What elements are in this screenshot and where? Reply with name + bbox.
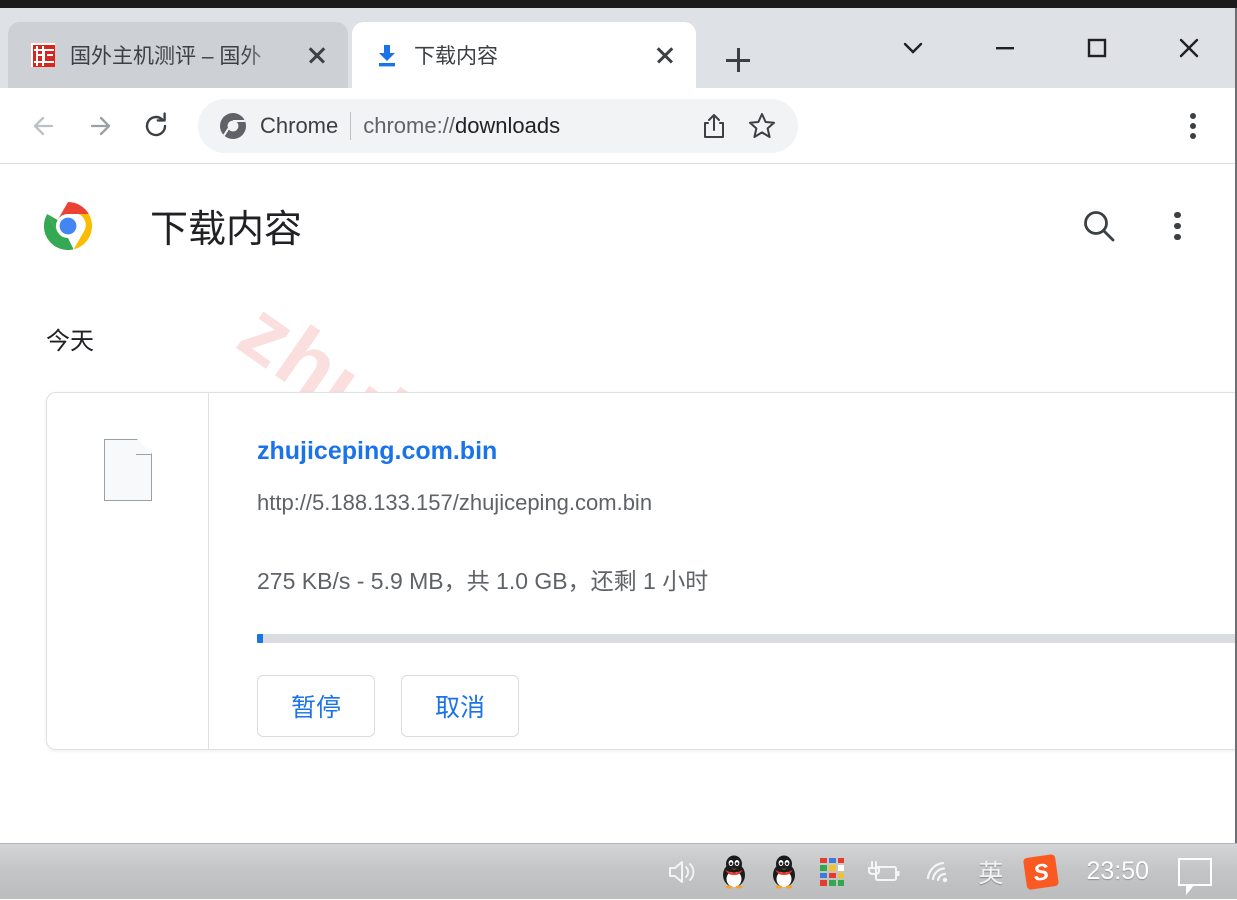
battery-plug-icon[interactable]: [855, 844, 913, 900]
window-controls: [867, 8, 1235, 88]
cancel-button[interactable]: 取消: [401, 675, 519, 737]
volume-icon[interactable]: [655, 844, 709, 900]
pause-button[interactable]: 暂停: [257, 675, 375, 737]
browser-window: 国外主机测评 – 国外 下载内容 Chrome chrome://downloa…: [0, 8, 1237, 843]
tab-下载内容[interactable]: 下载内容: [352, 22, 696, 88]
address-bar[interactable]: Chrome chrome://downloads: [198, 98, 798, 153]
close-button[interactable]: [1143, 8, 1235, 88]
downloads-more-menu-button[interactable]: [1153, 202, 1201, 250]
wifi-icon[interactable]: [913, 844, 967, 900]
omnibox-url-prefix: chrome://: [363, 112, 455, 138]
ime-label: 英: [978, 859, 1004, 888]
color-grid-cells: [820, 857, 845, 886]
forward-button[interactable]: [72, 98, 128, 154]
download-details: zhujiceping.com.bin http://5.188.133.157…: [209, 393, 1235, 749]
minimize-button[interactable]: [959, 8, 1051, 88]
background-window-strip: [0, 0, 1237, 8]
header-actions: [1075, 202, 1201, 250]
tab-title: 国外主机测评 – 国外: [70, 45, 262, 68]
share-icon[interactable]: [696, 108, 732, 144]
download-source-url: http://5.188.133.157/zhujiceping.com.bin: [257, 490, 653, 515]
windows-taskbar: 英 S 23:50: [0, 843, 1237, 899]
browser-menu-button[interactable]: [1167, 100, 1219, 152]
maximize-button[interactable]: [1051, 8, 1143, 88]
new-tab-button[interactable]: [716, 38, 760, 82]
search-icon[interactable]: [1075, 202, 1123, 250]
seal-marks: [34, 49, 54, 63]
ime-icon[interactable]: 英: [967, 844, 1014, 900]
tab-close-icon[interactable]: [300, 38, 334, 72]
download-progress-fill: [257, 634, 264, 643]
omnibox-url[interactable]: chrome://downloads: [363, 113, 684, 139]
file-icon-column: [47, 393, 209, 749]
red-seal-favicon-icon: [30, 42, 56, 68]
color-grid-icon[interactable]: [809, 844, 855, 900]
chrome-logo-icon: [42, 200, 94, 252]
omnibox-divider: [350, 111, 352, 140]
qq-penguin-icon[interactable]: [709, 844, 759, 900]
download-actions: 暂停 取消: [257, 675, 1235, 737]
sogou-icon[interactable]: S: [1014, 844, 1068, 900]
download-status-text: 275 KB/s - 5.9 MB，共 1.0 GB，还剩 1 小时: [257, 568, 709, 594]
taskbar-clock[interactable]: 23:50: [1068, 857, 1167, 886]
chrome-logo-icon: [218, 111, 248, 141]
reload-button[interactable]: [128, 98, 184, 154]
browser-toolbar: Chrome chrome://downloads: [0, 88, 1235, 164]
notification-center-icon[interactable]: [1167, 844, 1223, 900]
omnibox-chrome-label: Chrome: [260, 112, 339, 138]
tab-close-icon[interactable]: [648, 38, 682, 72]
bookmark-star-icon[interactable]: [744, 108, 780, 144]
page-title: 下载内容: [150, 209, 303, 251]
date-group-label: 今天: [46, 328, 94, 355]
download-progress-bar: [257, 634, 1235, 643]
tab-search-button[interactable]: [867, 8, 959, 88]
generic-file-icon: [103, 439, 152, 501]
tab-strip: 国外主机测评 – 国外 下载内容: [0, 8, 1235, 88]
tab-title: 下载内容: [414, 45, 498, 68]
downloads-page: zhujiceping.com 下载内容: [0, 164, 1235, 842]
download-item-card: zhujiceping.com.bin http://5.188.133.157…: [46, 392, 1235, 750]
notification-bubble: [1178, 857, 1212, 895]
download-file-name-link[interactable]: zhujiceping.com.bin: [257, 437, 497, 466]
downloads-header: 下载内容: [0, 164, 1235, 253]
omnibox-url-path: downloads: [454, 112, 561, 138]
back-button[interactable]: [16, 98, 72, 154]
sogou-label: S: [1023, 853, 1060, 890]
download-icon: [374, 42, 400, 68]
qq-penguin-icon-2[interactable]: [759, 844, 809, 900]
tab-国外主机测评[interactable]: 国外主机测评 – 国外: [8, 22, 348, 88]
